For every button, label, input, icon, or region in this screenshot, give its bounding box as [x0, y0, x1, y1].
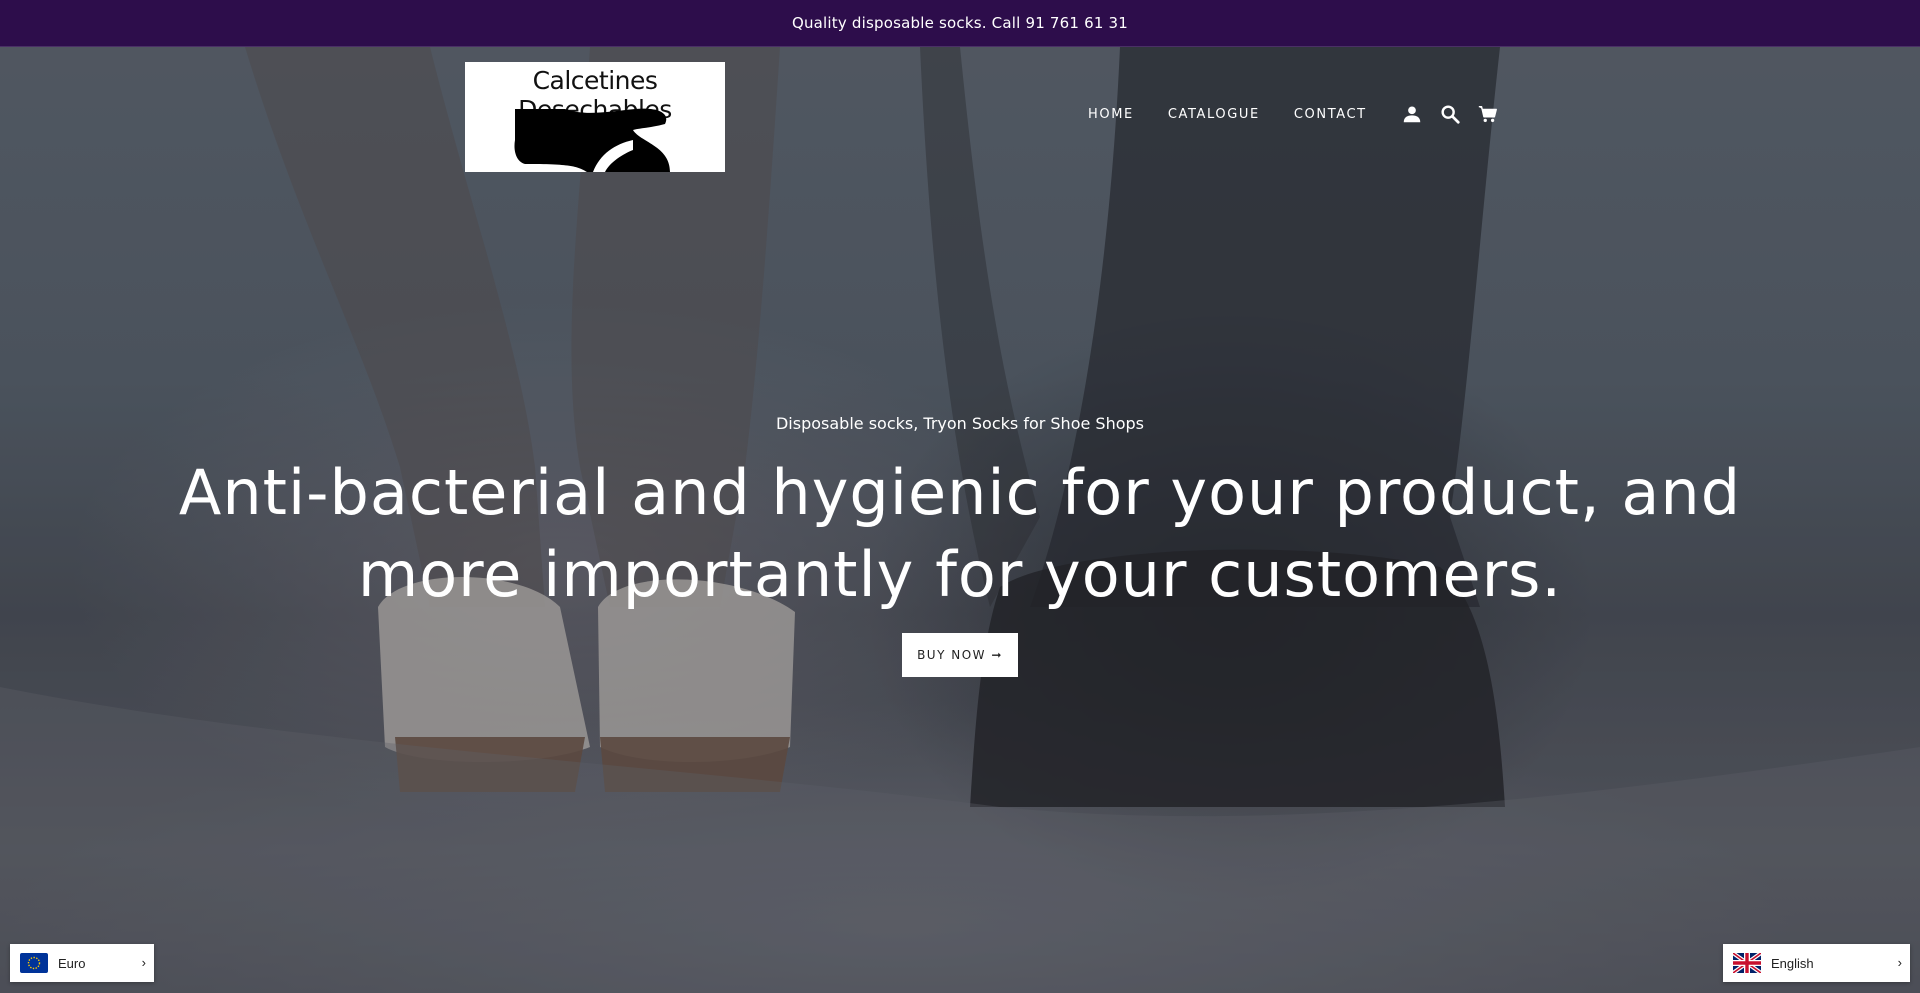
eu-flag-icon — [20, 953, 48, 973]
site-logo[interactable]: Calcetines Desechables — [465, 62, 725, 172]
currency-label: Euro — [58, 955, 86, 971]
site-header: Calcetines Desechables HOME CATALOGUE CO… — [0, 47, 1920, 187]
announcement-bar: Quality disposable socks. Call 91 761 61… — [0, 0, 1920, 47]
hero-slideshow: Disposable socks, Tryon Socks for Shoe S… — [0, 47, 1920, 993]
hero-headline: Anti-bacterial and hygienic for your pro… — [178, 456, 1742, 611]
buy-now-button[interactable]: BUY NOW ➞ — [902, 633, 1018, 677]
uk-flag-icon — [1733, 953, 1761, 973]
nav-link-catalogue[interactable]: CATALOGUE — [1168, 107, 1260, 122]
language-switcher[interactable]: English › — [1723, 944, 1910, 982]
nav-link-home[interactable]: HOME — [1088, 107, 1134, 122]
currency-switcher[interactable]: Euro › — [10, 944, 154, 982]
account-icon[interactable] — [1401, 103, 1423, 125]
hero-subheading: Disposable socks, Tryon Socks for Shoe S… — [775, 414, 1144, 433]
language-label: English — [1771, 955, 1814, 971]
chevron-right-icon: › — [141, 955, 146, 970]
cart-icon[interactable] — [1477, 103, 1499, 125]
chevron-right-icon: › — [1897, 955, 1902, 970]
announcement-text: Quality disposable socks. Call 91 761 61… — [791, 14, 1129, 32]
sock-logo-icon — [514, 108, 670, 172]
search-icon[interactable] — [1439, 103, 1461, 125]
main-nav: HOME CATALOGUE CONTACT — [1088, 103, 1515, 125]
nav-link-contact[interactable]: CONTACT — [1294, 107, 1367, 122]
